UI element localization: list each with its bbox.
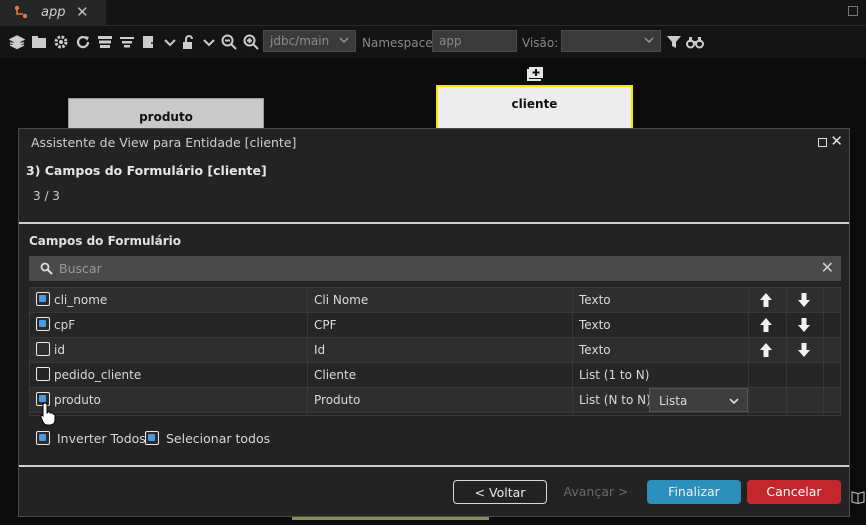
chevron-down-icon[interactable] [162, 34, 178, 50]
select-all-label: Selecionar todos [166, 431, 271, 446]
field-type: List (N to N) [579, 393, 651, 407]
namespace-input[interactable]: app [432, 30, 517, 52]
search-placeholder: Buscar [59, 261, 102, 276]
column-divider [786, 288, 787, 415]
field-name: cli_nome [54, 293, 108, 307]
tab-label: app [41, 5, 66, 20]
chevron-down-icon [729, 398, 739, 405]
hand-cursor-icon [40, 402, 56, 426]
move-down-icon[interactable] [797, 317, 811, 333]
close-icon[interactable]: ✕ [76, 3, 89, 21]
divider [19, 222, 849, 224]
field-label: Id [314, 343, 326, 357]
row-checkbox[interactable] [36, 342, 50, 356]
invert-all-option[interactable]: Inverter Todos [36, 431, 146, 447]
invert-all-label: Inverter Todos [57, 431, 146, 446]
connection-value: jdbc/main [270, 34, 330, 48]
view-select[interactable] [561, 30, 661, 52]
stack-icon[interactable] [97, 34, 113, 50]
table-row[interactable]: cpF CPF Texto [30, 313, 840, 338]
tab-app[interactable]: app ✕ [0, 0, 106, 26]
folder-icon[interactable] [31, 34, 47, 50]
field-label: Cli Nome [314, 293, 369, 307]
table-row[interactable]: id Id Texto [30, 338, 840, 363]
align-icon[interactable] [119, 34, 135, 50]
row-checkbox[interactable] [36, 367, 50, 381]
field-name: id [54, 343, 65, 357]
field-name: produto [54, 393, 101, 407]
row-checkbox[interactable] [36, 317, 50, 331]
select-all-checkbox[interactable] [145, 431, 159, 445]
connection-select[interactable]: jdbc/main [263, 30, 356, 52]
table-row[interactable]: pedido_cliente Cliente List (1 to N) [30, 363, 840, 388]
finish-button[interactable]: Finalizar [647, 480, 741, 504]
zoom-in-icon[interactable] [243, 34, 259, 50]
divider [19, 465, 849, 467]
widget-select[interactable]: Lista [649, 388, 748, 412]
table-row[interactable]: cli_nome Cli Nome Texto [30, 288, 840, 313]
cancel-button[interactable]: Cancelar [747, 480, 841, 504]
maximize-icon[interactable] [818, 138, 827, 147]
invert-all-checkbox[interactable] [36, 431, 50, 445]
field-label: Cliente [314, 368, 357, 382]
chevron-down-icon [644, 37, 654, 44]
book-icon[interactable] [851, 490, 865, 504]
export-icon[interactable] [141, 34, 157, 50]
project-icon [14, 5, 28, 19]
field-type: Texto [579, 318, 611, 332]
scroll-indicator [292, 517, 489, 520]
select-all-option[interactable]: Selecionar todos [145, 431, 275, 447]
move-up-icon[interactable] [759, 342, 773, 358]
step-title: 3) Campos do Formulário [cliente] [26, 163, 267, 178]
refresh-icon[interactable] [75, 34, 91, 50]
column-divider [307, 288, 308, 415]
view-wizard-dialog: Assistente de View para Entidade [client… [18, 128, 850, 517]
chevron-down-icon [339, 37, 349, 44]
field-type: Texto [579, 293, 611, 307]
namespace-label: Namespace [362, 36, 433, 50]
filter-icon[interactable] [666, 34, 682, 50]
column-divider [572, 288, 573, 415]
back-button[interactable]: < Voltar [453, 480, 547, 504]
binoculars-icon[interactable] [686, 34, 704, 50]
clear-icon[interactable]: ✕ [821, 258, 834, 277]
add-entity-icon[interactable] [527, 67, 543, 81]
search-input[interactable]: Buscar ✕ [29, 256, 841, 281]
dialog-title: Assistente de View para Entidade [client… [31, 135, 297, 150]
settings-icon[interactable] [53, 34, 69, 50]
row-checkbox[interactable] [36, 292, 50, 306]
layers-icon[interactable] [9, 34, 25, 50]
move-up-icon[interactable] [759, 292, 773, 308]
move-down-icon[interactable] [797, 342, 811, 358]
field-label: CPF [314, 318, 337, 332]
step-counter: 3 / 3 [33, 189, 60, 203]
widget-value: Lista [659, 394, 688, 408]
move-down-icon[interactable] [797, 292, 811, 308]
next-button[interactable]: Avançar > [551, 480, 641, 504]
search-icon [40, 262, 53, 275]
toolbar: jdbc/main Namespace app Visão: [0, 26, 866, 58]
field-label: Produto [314, 393, 361, 407]
lock-icon[interactable] [181, 34, 197, 50]
restore-icon[interactable] [848, 6, 858, 16]
tab-bar: app ✕ [0, 0, 866, 26]
column-divider [748, 288, 749, 415]
zoom-out-icon[interactable] [221, 34, 237, 50]
fields-table: cli_nome Cli Nome Texto cpF CPF Texto id… [29, 287, 841, 416]
table-row[interactable]: produto Produto List (N to N) Lista [30, 388, 840, 413]
chevron-down-icon[interactable] [201, 34, 217, 50]
close-icon[interactable]: ✕ [830, 132, 843, 150]
field-type: Texto [579, 343, 611, 357]
field-type: List (1 to N) [579, 368, 650, 382]
view-label: Visão: [522, 36, 559, 50]
move-up-icon[interactable] [759, 317, 773, 333]
column-divider [823, 288, 824, 415]
namespace-value: app [439, 34, 462, 48]
section-title: Campos do Formulário [29, 234, 181, 248]
field-name: cpF [54, 318, 76, 332]
field-name: pedido_cliente [54, 368, 142, 382]
